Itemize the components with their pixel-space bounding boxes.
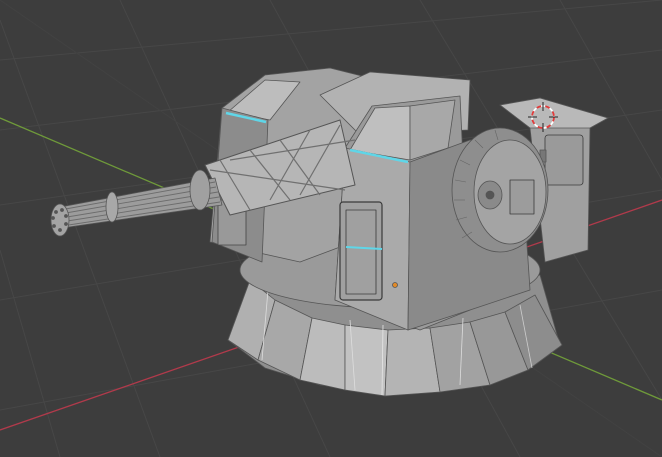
viewport-canvas[interactable]: [0, 0, 662, 457]
drum-dome: [451, 127, 549, 253]
turret-mesh[interactable]: [50, 67, 609, 397]
status-light: [392, 282, 398, 288]
gatling-barrels: [50, 169, 223, 237]
3d-viewport[interactable]: [0, 0, 662, 457]
